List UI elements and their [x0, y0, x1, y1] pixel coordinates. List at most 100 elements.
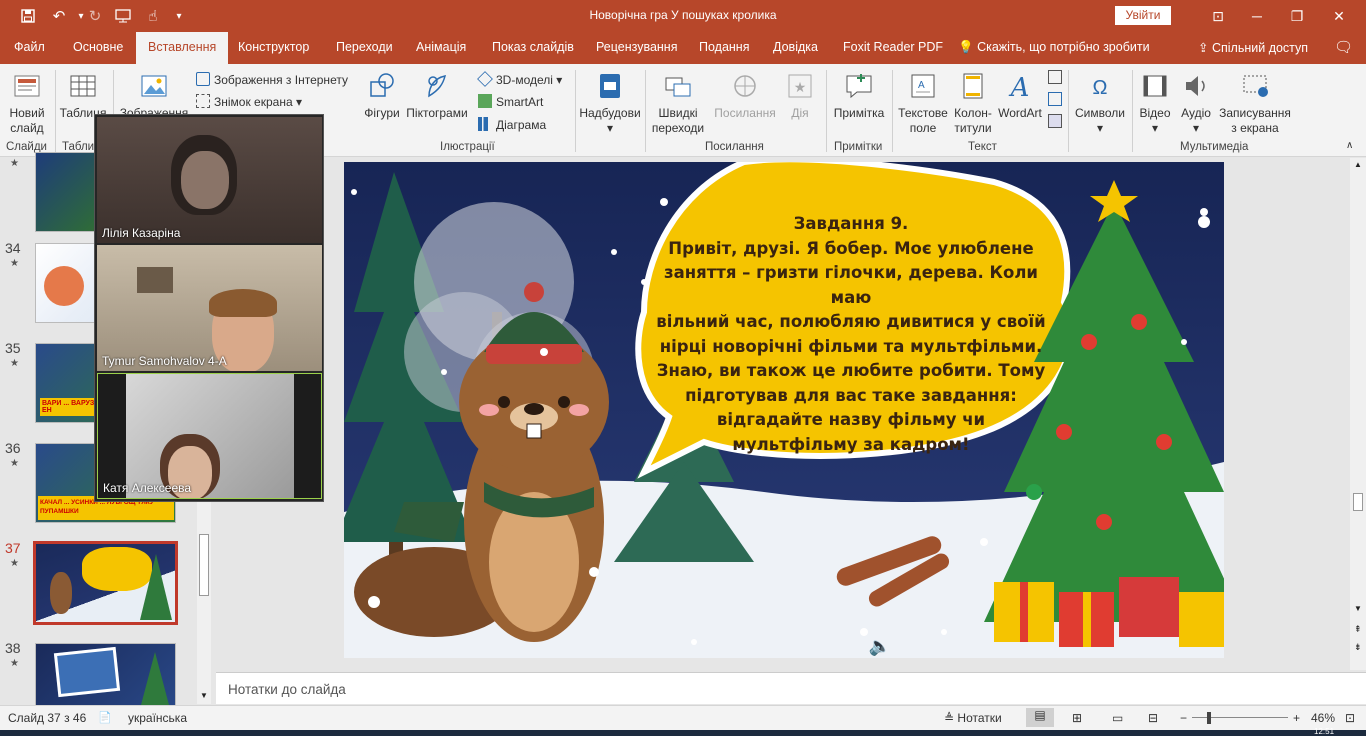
speech-bubble-text[interactable]: Завдання 9. Привіт, друзі. Я бобер. Моє …: [646, 212, 1056, 457]
screenshot-button[interactable]: Знімок екрана ▾: [196, 94, 302, 109]
zoom-level[interactable]: 46%: [1311, 711, 1335, 725]
scroll-down-icon[interactable]: ▼: [1354, 604, 1362, 613]
tab-file[interactable]: Файл: [14, 40, 45, 54]
new-slide-button[interactable]: Новий слайд: [4, 70, 50, 136]
video-call-panel[interactable]: Лілія Казаріна Tymur Samohvalov 4-A Катя…: [94, 114, 324, 502]
object-icon[interactable]: [1048, 114, 1066, 129]
smartart-button[interactable]: SmartArt: [478, 94, 543, 109]
chart-label: Діаграма: [496, 118, 547, 132]
svg-text:Ω: Ω: [1093, 77, 1108, 99]
addins-button[interactable]: Надбудови ▾: [578, 70, 642, 136]
windows-taskbar: 12:51: [0, 727, 1366, 736]
comment-icon: [846, 74, 872, 99]
date-time-icon[interactable]: [1048, 70, 1066, 85]
present-from-start-icon[interactable]: [112, 6, 134, 26]
shapes-icon: [370, 73, 394, 97]
screen-recording-button[interactable]: Записування з екрана: [1216, 70, 1294, 136]
group-comments-label: Примітки: [834, 141, 883, 153]
tab-insert[interactable]: Вставлення: [136, 32, 229, 64]
language-indicator[interactable]: українська: [128, 711, 187, 725]
minimize-button[interactable]: ─: [1242, 5, 1272, 27]
ribbon-display-options-icon[interactable]: ⊡: [1203, 5, 1233, 27]
previous-slide-icon[interactable]: ⇞: [1354, 624, 1362, 635]
task-line: мультфільму за кадром!: [732, 434, 970, 454]
restore-button[interactable]: ❐: [1282, 5, 1312, 27]
video-button[interactable]: Відео ▾: [1136, 70, 1174, 136]
zoom-slider-thumb[interactable]: [1207, 712, 1211, 724]
scroll-down-icon[interactable]: ▼: [200, 691, 208, 700]
sign-in-button[interactable]: Увійти: [1115, 6, 1171, 25]
zoom-in-icon[interactable]: +: [1293, 711, 1300, 725]
share-label: Спільний доступ: [1211, 41, 1309, 55]
header-footer-button[interactable]: Колон-титули: [950, 70, 996, 136]
video-tile-active-speaker[interactable]: Катя Алексеева: [97, 373, 322, 499]
text-box-button[interactable]: A Текстове поле: [896, 70, 950, 136]
slide-number: 38: [5, 640, 21, 656]
notes-placeholder: Нотатки до слайда: [228, 682, 346, 697]
notes-pane[interactable]: Нотатки до слайда: [216, 672, 1366, 704]
tell-me-box[interactable]: 💡 Скажіть, що потрібно зробити: [958, 40, 1150, 55]
comments-icon[interactable]: 🗨: [1334, 38, 1353, 56]
icons-button[interactable]: Піктограми: [404, 70, 470, 121]
tab-help[interactable]: Довідка: [773, 40, 818, 54]
collapse-ribbon-icon[interactable]: ∧: [1346, 140, 1353, 151]
redo-icon[interactable]: ↻: [84, 6, 106, 26]
tab-slideshow[interactable]: Показ слайдів: [492, 40, 574, 54]
fit-to-window-icon[interactable]: ⊡: [1345, 711, 1355, 725]
chart-button[interactable]: Діаграма: [478, 117, 546, 132]
slide-thumbnail-37-selected[interactable]: [33, 541, 178, 625]
tab-home[interactable]: Основне: [73, 40, 123, 54]
zoom-out-icon[interactable]: −: [1180, 711, 1187, 725]
touch-mode-icon[interactable]: ☝: [142, 6, 164, 26]
task-line: нірці новорічні фільми та мультфільми.: [659, 336, 1043, 356]
shapes-button[interactable]: Фігури: [360, 70, 404, 121]
normal-view-icon[interactable]: ▤: [1026, 708, 1054, 727]
task-line: відгадайте назву фільму чи: [716, 410, 986, 429]
scroll-up-icon[interactable]: ▲: [1354, 160, 1362, 169]
next-slide-icon[interactable]: ⇟: [1354, 642, 1362, 653]
quick-links-button[interactable]: Швидкі переходи: [648, 70, 708, 136]
scrollbar-thumb[interactable]: [199, 534, 209, 596]
reading-view-icon[interactable]: ▭: [1112, 711, 1123, 725]
audio-button[interactable]: Аудіо ▾: [1176, 70, 1216, 136]
editor-scrollbar[interactable]: ▲ ▼ ⇞ ⇟: [1350, 158, 1366, 670]
3d-models-button[interactable]: 3D-моделі ▾: [477, 71, 562, 87]
animation-star-icon: ★: [10, 458, 19, 469]
customize-toolbar-icon[interactable]: ▾: [168, 6, 190, 26]
share-button[interactable]: ⇪ Спільний доступ: [1198, 40, 1308, 55]
speech-bubble-mini: [82, 547, 152, 591]
tab-review[interactable]: Рецензування: [596, 40, 677, 54]
comment-label: Примітка: [833, 106, 885, 120]
group-multimedia-label: Мультимедіа: [1180, 141, 1249, 153]
photo-frame-mini: [53, 646, 121, 698]
video-label: Відео: [1139, 106, 1171, 120]
tab-transitions[interactable]: Переходи: [336, 40, 393, 54]
save-icon[interactable]: [17, 6, 39, 26]
tab-animations[interactable]: Анімація: [416, 40, 466, 54]
scrollbar-thumb[interactable]: [1353, 493, 1363, 511]
online-images-button[interactable]: Зображення з Інтернету: [196, 72, 348, 87]
spellcheck-icon[interactable]: 📄: [98, 711, 112, 724]
close-button[interactable]: ✕: [1324, 5, 1354, 27]
undo-icon[interactable]: ↶: [48, 6, 70, 26]
notes-toggle[interactable]: ≜ Нотатки: [944, 711, 1002, 725]
video-tile[interactable]: Лілія Казаріна: [97, 117, 322, 243]
animation-star-icon: ★: [10, 558, 19, 569]
action-button[interactable]: ★ Дія: [782, 70, 818, 121]
video-tile[interactable]: Tymur Samohvalov 4-A: [97, 245, 322, 371]
screenshot-label: Знімок екрана: [214, 95, 293, 109]
slide-counter[interactable]: Слайд 37 з 46: [8, 711, 86, 725]
slide-number-icon[interactable]: [1048, 92, 1066, 107]
slide-sorter-icon[interactable]: ⊞: [1072, 711, 1082, 725]
tab-design[interactable]: Конструктор: [238, 40, 309, 54]
tab-foxit[interactable]: Foxit Reader PDF: [843, 40, 943, 54]
symbols-button[interactable]: Ω Символи ▾: [1072, 70, 1128, 136]
wordart-button[interactable]: A WordArt: [996, 70, 1044, 121]
tab-view[interactable]: Подання: [699, 40, 749, 54]
audio-label: Аудіо: [1181, 106, 1211, 120]
slideshow-icon[interactable]: ⊟: [1148, 711, 1158, 725]
text-box-label: Текстове поле: [898, 106, 948, 135]
links-button[interactable]: Посилання: [710, 70, 780, 121]
comment-button[interactable]: Примітка: [830, 70, 888, 121]
addins-label: Надбудови: [579, 106, 641, 120]
